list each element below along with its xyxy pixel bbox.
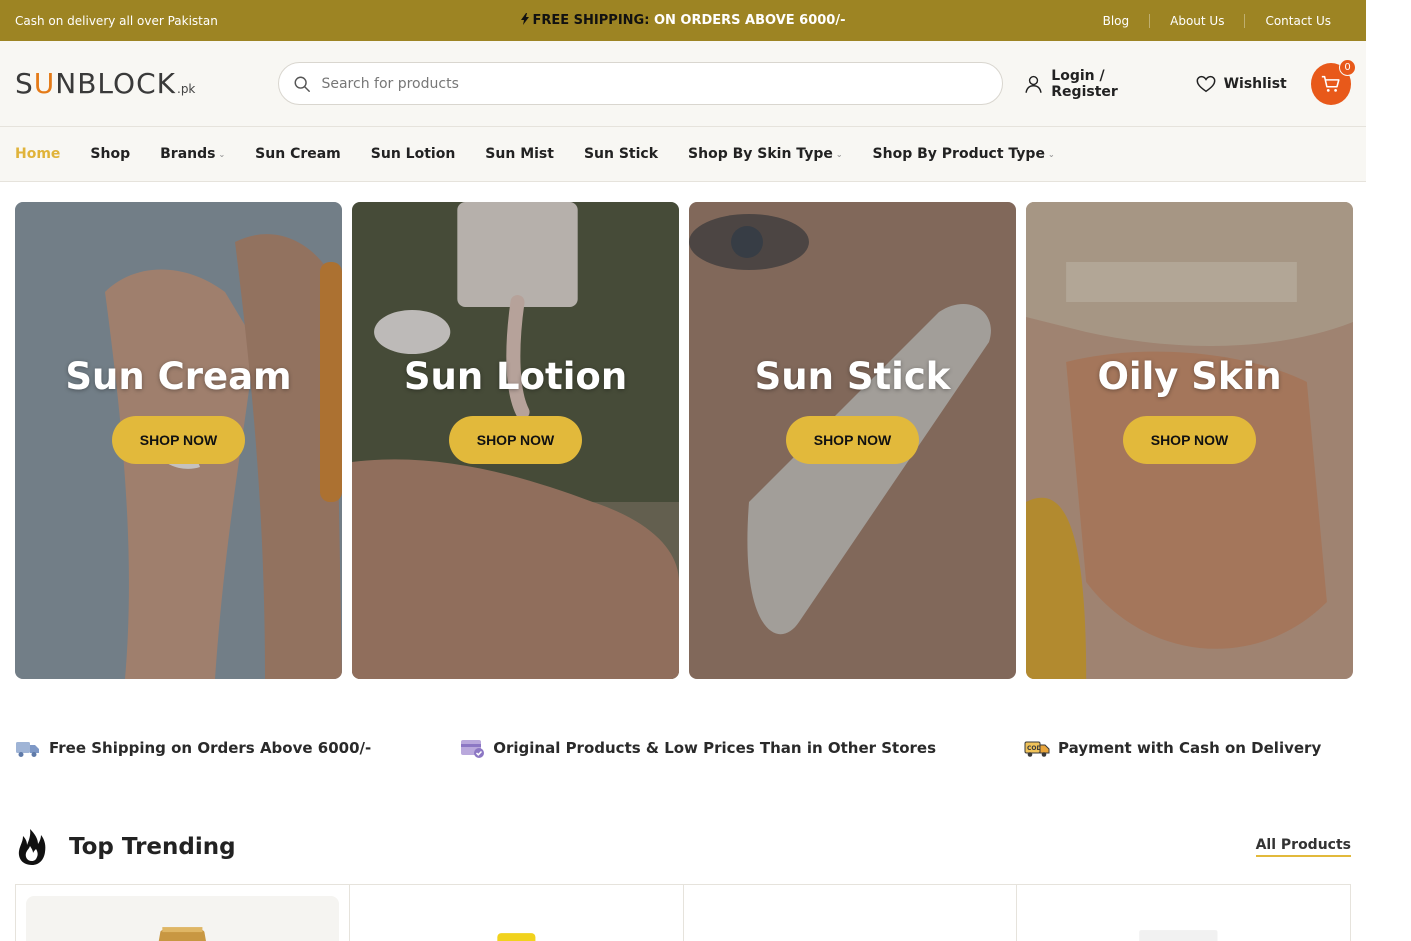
chevron-down-icon: ⌄	[835, 149, 843, 159]
nav-sun-mist-label: Sun Mist	[485, 146, 554, 162]
main-nav: Home Shop Brands ⌄ Sun Cream Sun Lotion S…	[0, 127, 1366, 182]
wishlist-label: Wishlist	[1223, 75, 1287, 92]
shop-now-button-sun-lotion[interactable]: SHOP NOW	[449, 416, 582, 464]
bolt-icon	[520, 13, 529, 25]
nav-sun-stick[interactable]: Sun Stick	[584, 146, 658, 162]
nav-sun-cream[interactable]: Sun Cream	[255, 146, 341, 162]
banner-title-oily-skin: Oily Skin	[1097, 355, 1282, 398]
nav-product-type[interactable]: Shop By Product Type ⌄	[873, 146, 1055, 162]
wishlist-link[interactable]: Wishlist	[1195, 73, 1287, 95]
product-image	[359, 896, 673, 941]
login-register-link[interactable]: Login / Register	[1023, 68, 1170, 100]
user-icon	[1025, 75, 1042, 93]
search-input[interactable]	[321, 75, 989, 92]
product-card[interactable]	[16, 885, 350, 941]
product-card[interactable]	[684, 885, 1018, 941]
banner-title-sun-lotion: Sun Lotion	[403, 355, 628, 398]
trending-header: Top Trending All Products	[15, 827, 1351, 867]
banner-oily-skin[interactable]: Oily Skin SHOP NOW	[1026, 202, 1353, 679]
nav-home-label: Home	[15, 146, 61, 162]
chevron-down-icon: ⌄	[218, 149, 226, 159]
site-logo[interactable]: SUNBLOCK .pk	[15, 67, 278, 100]
nav-shop[interactable]: Shop	[90, 146, 130, 162]
top-links: Blog About Us Contact Us	[1083, 13, 1351, 28]
feature-free-shipping: Free Shipping on Orders Above 6000/-	[15, 735, 371, 761]
heart-icon	[1196, 75, 1216, 92]
nav-sun-stick-label: Sun Stick	[583, 146, 659, 162]
nav-brands-label: Brands	[160, 146, 216, 162]
product-image	[693, 896, 1007, 941]
trending-title: Top Trending	[69, 834, 236, 860]
nav-shop-label: Shop	[90, 146, 131, 162]
login-register-label: Login / Register	[1051, 67, 1118, 100]
search-icon	[294, 76, 311, 92]
promo-label: FREE SHIPPING:	[532, 13, 650, 28]
all-products-link[interactable]: All Products	[1255, 837, 1351, 857]
feature-strip: Free Shipping on Orders Above 6000/- Ori…	[15, 735, 1366, 761]
logo-suffix: .pk	[177, 82, 196, 96]
shop-now-button-sun-stick[interactable]: SHOP NOW	[786, 416, 919, 464]
product-image	[26, 896, 339, 941]
chevron-down-icon: ⌄	[1047, 149, 1055, 159]
banner-sun-lotion[interactable]: Sun Lotion SHOP NOW	[352, 202, 679, 679]
contact-us-link[interactable]: Contact Us	[1244, 13, 1351, 28]
cart-count-badge: 0	[1339, 58, 1356, 76]
flame-icon	[18, 829, 46, 865]
product-card[interactable]	[1017, 885, 1350, 941]
svg-text:COD: COD	[1027, 745, 1042, 752]
search-bar	[278, 62, 1004, 105]
shop-now-button-oily-skin[interactable]: SHOP NOW	[1123, 416, 1256, 464]
product-image	[1027, 896, 1340, 941]
card-check-icon	[461, 740, 485, 758]
about-us-link[interactable]: About Us	[1149, 13, 1244, 28]
promo-highlight: ON ORDERS ABOVE 6000/-	[653, 13, 846, 28]
nav-skin-type[interactable]: Shop By Skin Type ⌄	[688, 146, 843, 162]
cod-notice: Cash on delivery all over Pakistan	[15, 13, 218, 28]
category-banners: Sun Cream SHOP NOW Sun Lotion SHOP NOW S…	[15, 202, 1353, 679]
page: Cash on delivery all over Pakistan FREE …	[0, 0, 1366, 941]
nav-brands[interactable]: Brands ⌄	[160, 146, 225, 162]
banner-title-sun-cream: Sun Cream	[65, 355, 292, 398]
feature-cod-text: Payment with Cash on Delivery	[1058, 739, 1322, 757]
product-grid	[15, 884, 1351, 941]
feature-original-products-text: Original Products & Low Prices Than in O…	[493, 739, 937, 757]
truck-icon	[16, 742, 39, 757]
cart-button[interactable]: 0	[1310, 58, 1356, 105]
feature-original-products: Original Products & Low Prices Than in O…	[459, 735, 936, 761]
nav-home[interactable]: Home	[15, 146, 60, 162]
cod-truck-icon: COD	[1024, 741, 1050, 757]
header: SUNBLOCK .pk Login / Register Wishlist 0	[0, 41, 1366, 127]
shop-now-button-sun-cream[interactable]: SHOP NOW	[112, 416, 245, 464]
nav-product-type-label: Shop By Product Type	[872, 146, 1045, 162]
blog-link[interactable]: Blog	[1083, 14, 1150, 28]
nav-sun-mist[interactable]: Sun Mist	[485, 146, 554, 162]
banner-title-sun-stick: Sun Stick	[754, 355, 951, 398]
feature-cod: COD Payment with Cash on Delivery	[1024, 735, 1321, 761]
banner-sun-stick[interactable]: Sun Stick SHOP NOW	[689, 202, 1016, 679]
nav-skin-type-label: Shop By Skin Type	[688, 146, 833, 162]
header-actions: Login / Register Wishlist 0	[1023, 58, 1356, 105]
cart-icon	[1321, 75, 1340, 92]
top-bar: Cash on delivery all over Pakistan FREE …	[0, 0, 1366, 41]
logo-wordmark: SUNBLOCK	[15, 67, 176, 100]
banner-sun-cream[interactable]: Sun Cream SHOP NOW	[15, 202, 342, 679]
nav-sun-cream-label: Sun Cream	[255, 146, 341, 162]
nav-sun-lotion-label: Sun Lotion	[370, 146, 456, 162]
nav-sun-lotion[interactable]: Sun Lotion	[371, 146, 456, 162]
feature-free-shipping-text: Free Shipping on Orders Above 6000/-	[49, 739, 372, 757]
product-card[interactable]	[350, 885, 684, 941]
